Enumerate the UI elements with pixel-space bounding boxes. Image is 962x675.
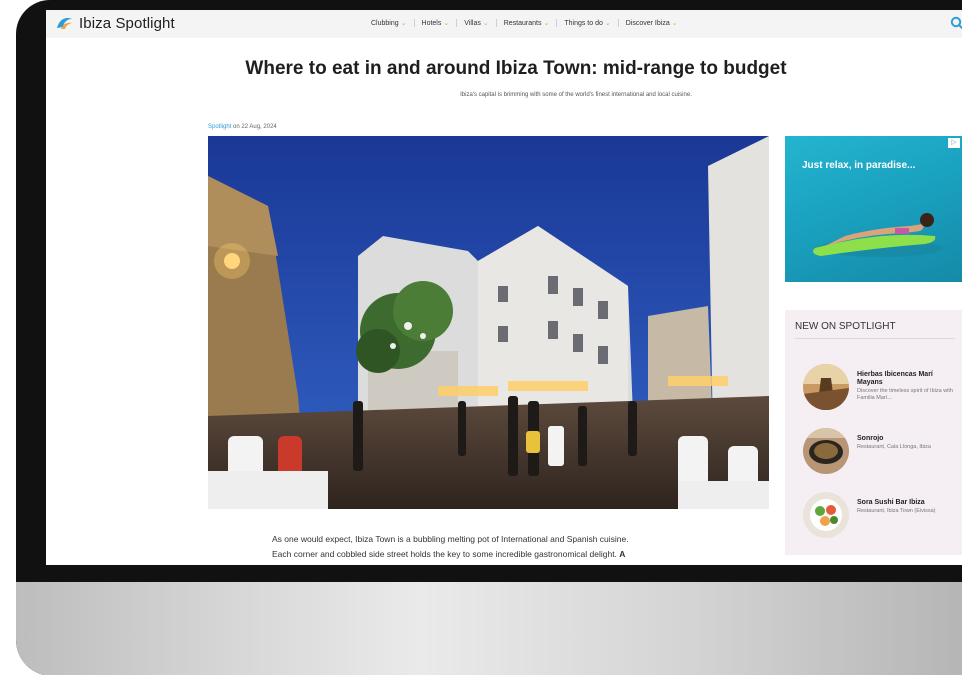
woman-on-float-graphic (813, 213, 942, 257)
site-logo[interactable]: Ibiza Spotlight (55, 14, 175, 32)
chevron-down-icon: ⌄ (443, 20, 450, 27)
nav-item-clubbing[interactable]: Clubbing ⌄ (364, 19, 415, 27)
sidebar-item-sora-sushi[interactable]: Sora Sushi Bar Ibiza Restaurant, Ibiza T… (803, 492, 953, 538)
wave-logo-icon (57, 18, 72, 29)
sidebar-thumbnail (803, 492, 849, 538)
article-byline: Spotlight on 22 Aug, 2024 (208, 124, 277, 130)
body-paragraph-line: Each corner and cobbled side street hold… (272, 549, 626, 559)
main-menu: Clubbing ⌄ Hotels ⌄ Villas ⌄ Restaurants ⌄ T… (364, 19, 685, 27)
body-paragraph-line: As one would expect, Ibiza Town is a bub… (272, 534, 629, 544)
ibiza-street-night-photo (208, 136, 769, 509)
browser-viewport: Ibiza Spotlight Clubbing ⌄ Hotels ⌄ Villas… (46, 10, 962, 565)
advertisement-banner[interactable]: Just relax, in paradise... ▷ (785, 136, 962, 282)
sidebar-item-title: Sora Sushi Bar Ibiza (857, 499, 925, 506)
sidebar-item-desc: Restaurant, Cala Llonga, Ibiza (857, 444, 931, 450)
article-body: As one would expect, Ibiza Town is a bub… (272, 532, 712, 562)
chevron-down-icon: ⌄ (543, 20, 550, 27)
author-link[interactable]: Spotlight (208, 124, 231, 130)
sidebar-item-desc: Restaurant, Ibiza Town (Eivissa) (857, 508, 936, 514)
sidebar-item-title: Sonrojo (857, 435, 884, 442)
chevron-down-icon: ⌄ (671, 20, 678, 27)
chevron-down-icon: ⌄ (482, 20, 489, 27)
sidebar-item-title: Hierbas Ibicencas Marí Mayans (857, 371, 933, 386)
article-subtitle: Ibiza's capital is brimming with some of… (460, 92, 692, 98)
sidebar-item-sonrojo[interactable]: Sonrojo Restaurant, Cala Llonga, Ibiza (803, 428, 953, 474)
divider (795, 338, 955, 339)
search-icon[interactable] (950, 16, 962, 30)
sidebar-heading: NEW ON SPOTLIGHT (795, 321, 896, 332)
nav-item-discover-ibiza[interactable]: Discover Ibiza ⌄ (619, 19, 685, 28)
sidebar-new-on-spotlight: NEW ON SPOTLIGHT Hierbas Ibicencas Marí … (785, 310, 962, 555)
sidebar-thumbnail (803, 364, 849, 410)
hero-image (208, 136, 769, 509)
page-title: Where to eat in and around Ibiza Town: m… (245, 58, 787, 79)
sidebar-item-hierbas[interactable]: Hierbas Ibicencas Marí Mayans Discover t… (803, 364, 953, 410)
monitor-frame: Ibiza Spotlight Clubbing ⌄ Hotels ⌄ Villas… (16, 0, 962, 675)
chevron-down-icon: ⌄ (400, 20, 407, 27)
brand-name: Ibiza Spotlight (79, 14, 175, 32)
nav-item-things-to-do[interactable]: Things to do ⌄ (557, 19, 619, 27)
nav-item-restaurants[interactable]: Restaurants ⌄ (497, 19, 558, 27)
nav-item-villas[interactable]: Villas ⌄ (457, 19, 497, 27)
monitor-chin (16, 582, 962, 675)
sidebar-thumbnail (803, 428, 849, 474)
chevron-down-icon: ⌄ (604, 20, 611, 27)
sidebar-item-desc: Discover the timeless spirit of Ibiza wi… (857, 388, 953, 401)
top-navigation-bar: Ibiza Spotlight Clubbing ⌄ Hotels ⌄ Villas… (46, 10, 962, 38)
publish-date: 22 Aug, 2024 (241, 124, 277, 130)
nav-item-hotels[interactable]: Hotels ⌄ (415, 19, 458, 27)
